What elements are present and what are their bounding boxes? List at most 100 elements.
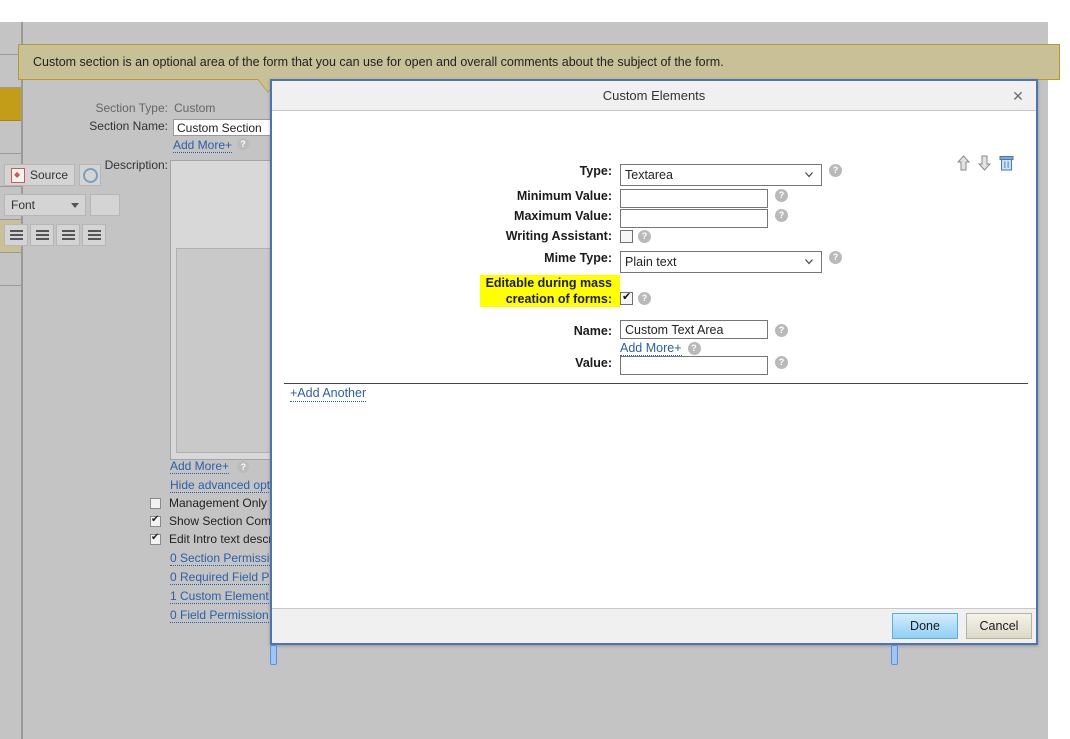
name-field-group: Add More+ ? <box>620 320 768 356</box>
field-permissions-link[interactable]: 0 Field Permission <box>170 608 269 623</box>
editor-size-dropdown[interactable] <box>90 194 120 216</box>
management-only-checkbox[interactable] <box>150 497 161 509</box>
name-add-more-link[interactable]: Add More+ <box>620 341 682 356</box>
writing-assistant-label: Writing Assistant: <box>505 229 612 243</box>
arrow-down-icon[interactable] <box>978 155 991 171</box>
align-left-button[interactable] <box>4 224 28 246</box>
align-justify-icon <box>87 230 101 240</box>
name-input[interactable] <box>620 320 768 339</box>
dialog-titlebar[interactable]: Custom Elements ✕ <box>272 81 1036 111</box>
editor-source-button[interactable]: ◆ Source <box>4 164 76 186</box>
page-right-margin <box>1048 0 1070 739</box>
writing-assistant-checkbox[interactable] <box>620 230 633 243</box>
value-input[interactable] <box>620 356 768 375</box>
required-field-permissions-link[interactable]: 0 Required Field P <box>170 570 270 585</box>
name-label: Name: <box>573 324 612 338</box>
field-permissions-row: 0 Field Permission <box>170 608 269 623</box>
editable-mass-creation-label: Editable during mass creation of forms: <box>480 275 620 307</box>
hide-advanced-options-link[interactable]: Hide advanced opti <box>170 478 273 493</box>
add-more-2-link[interactable]: Add More+ <box>170 459 230 474</box>
edit-intro-text-checkbox[interactable] <box>150 532 161 545</box>
section-permissions-link[interactable]: 0 Section Permissio <box>170 551 277 566</box>
minimum-value-help-icon[interactable]: ? <box>775 189 788 202</box>
help-icon[interactable]: ? <box>237 138 250 150</box>
field-row-value: Value: ? <box>480 356 788 375</box>
align-justify-button[interactable] <box>82 224 106 246</box>
add-more-2-row: Add More+ ? <box>170 459 250 474</box>
mime-type-label: Mime Type: <box>544 251 612 265</box>
hide-advanced-row: Hide advanced opti <box>170 478 273 493</box>
value-label: Value: <box>575 356 612 370</box>
section-permissions-row: 0 Section Permissio <box>170 551 277 566</box>
editor-toolbar-row-2: Font <box>4 194 120 216</box>
show-section-comments-checkbox[interactable] <box>150 514 161 527</box>
add-another-link[interactable]: +Add Another <box>290 386 367 402</box>
resize-handle-right[interactable] <box>891 645 898 665</box>
rail-cell-8[interactable] <box>0 253 21 286</box>
close-icon[interactable]: ✕ <box>1010 88 1026 104</box>
trash-icon[interactable] <box>999 155 1014 171</box>
value-help-icon[interactable]: ? <box>775 356 788 369</box>
section-name-add-more-link[interactable]: Add More+ <box>173 138 233 153</box>
field-row-mime-type: Mime Type: Plain text ? <box>480 251 842 273</box>
name-help-icon[interactable]: ? <box>775 324 788 337</box>
row-action-icons <box>957 155 1014 171</box>
type-label: Type: <box>579 164 612 178</box>
help-icon-2[interactable]: ? <box>237 460 250 473</box>
required-field-permissions-row: 0 Required Field P <box>170 570 270 585</box>
editable-mass-creation-checkbox[interactable] <box>620 291 633 305</box>
mime-type-select-wrap: Plain text <box>620 251 822 273</box>
editor-font-dropdown[interactable]: Font <box>4 194 86 216</box>
cancel-button[interactable]: Cancel <box>966 613 1032 639</box>
align-left-icon <box>9 230 23 240</box>
section-type-label: Section Type: <box>95 101 169 115</box>
type-help-icon[interactable]: ? <box>829 164 842 177</box>
type-select[interactable]: Textarea <box>620 164 822 186</box>
show-section-comments-label: Show Section Com <box>169 514 272 528</box>
writing-assistant-help-icon[interactable]: ? <box>638 230 651 243</box>
minimum-value-label: Minimum Value: <box>516 189 612 203</box>
chevron-down-icon <box>71 202 79 208</box>
section-type-row: Section Type: Custom <box>0 101 290 115</box>
resize-handle-left[interactable] <box>270 645 277 665</box>
editor-font-label: Font <box>11 198 36 212</box>
section-name-input[interactable]: Custom Section <box>173 119 283 136</box>
editable-mass-creation-help-icon[interactable]: ? <box>638 292 651 305</box>
checkbox-row-show-section-comments: Show Section Com <box>150 514 271 528</box>
source-icon: ◆ <box>11 167 25 183</box>
editor-toolbar-row-3 <box>4 224 106 246</box>
mime-type-help-icon[interactable]: ? <box>829 251 842 264</box>
page-top-margin <box>0 0 1070 22</box>
maximum-value-help-icon[interactable]: ? <box>775 209 788 222</box>
section-name-label: Section Name: <box>89 119 168 133</box>
section-name-row: Section Name: Custom Section <box>0 119 290 136</box>
custom-elements-row: 1 Custom Element <box>170 589 269 604</box>
align-right-button[interactable] <box>56 224 80 246</box>
field-row-writing-assistant: Writing Assistant: ? <box>480 229 651 244</box>
name-add-more-help-icon[interactable]: ? <box>687 342 701 355</box>
section-divider <box>284 383 1028 384</box>
editor-search-button[interactable] <box>79 164 102 186</box>
align-center-button[interactable] <box>30 224 54 246</box>
field-row-name: Name: Add More+ ? ? <box>480 320 788 356</box>
info-banner-text: Custom section is an optional area of th… <box>33 55 724 69</box>
done-button[interactable]: Done <box>892 613 958 639</box>
management-only-label: Management Only <box>169 496 268 510</box>
arrow-up-icon[interactable] <box>957 155 970 171</box>
dialog-body: Type: Textarea ? Minimum Value: ? Maximu… <box>272 111 1036 612</box>
search-icon <box>82 167 98 183</box>
section-name-add-more-row: Add More+ ? <box>173 138 250 153</box>
custom-elements-link[interactable]: 1 Custom Element <box>170 589 269 604</box>
checkbox-row-management-only: Management Only <box>150 496 267 510</box>
type-select-wrap: Textarea <box>620 164 822 186</box>
name-add-more-row: Add More+ ? <box>620 341 768 356</box>
field-row-minimum-value: Minimum Value: ? <box>480 189 788 208</box>
checkbox-row-edit-intro-text: Edit Intro text descr <box>150 532 272 546</box>
dialog-footer: Done Cancel <box>272 608 1036 643</box>
maximum-value-input[interactable] <box>620 209 768 228</box>
minimum-value-input[interactable] <box>620 189 768 208</box>
edit-intro-text-label: Edit Intro text descr <box>169 532 273 546</box>
mime-type-select[interactable]: Plain text <box>620 251 822 273</box>
align-center-icon <box>35 230 49 240</box>
dialog-title: Custom Elements <box>602 88 706 103</box>
